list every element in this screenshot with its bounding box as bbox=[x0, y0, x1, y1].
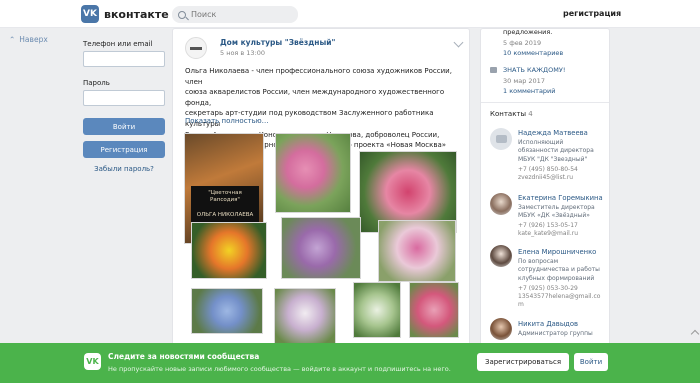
contact-role: По вопросам сотрудничества и работы клуб… bbox=[518, 258, 608, 283]
login-button[interactable]: Войти bbox=[83, 118, 165, 135]
contact-role-line: Исполняющий bbox=[518, 139, 564, 146]
contact-name[interactable]: Екатерина Горемыкина bbox=[518, 194, 603, 202]
phone-email-input[interactable] bbox=[83, 51, 165, 67]
divider bbox=[481, 102, 609, 103]
banner-register-button[interactable]: Зарегистрироваться bbox=[477, 353, 569, 371]
contacts-header[interactable]: Контакты 4 bbox=[490, 110, 533, 118]
post-text-line: союза акварелистов России, член междунар… bbox=[185, 88, 445, 107]
chevron-down-icon[interactable] bbox=[453, 37, 464, 48]
post-photo-lily[interactable] bbox=[274, 288, 336, 344]
search-input[interactable] bbox=[191, 10, 291, 19]
camera-icon[interactable] bbox=[490, 128, 512, 150]
contacts-count: 4 bbox=[528, 110, 533, 118]
contact-details: +7 (926) 153-05-17 kate_kate9@mail.ru bbox=[518, 222, 609, 238]
post-photo-pink-lilies[interactable] bbox=[409, 282, 459, 338]
show-more-link[interactable]: Показать полностью… bbox=[185, 117, 269, 125]
contact-role-line: По вопросам bbox=[518, 258, 559, 265]
post-author[interactable]: Дом культуры "Звёздный" bbox=[220, 38, 335, 47]
contact-email: zvezdnii45@list.ru bbox=[518, 174, 574, 181]
book-title-line: Рапсодия" bbox=[210, 197, 240, 203]
contact-role-line: сотрудничества и работы bbox=[518, 266, 600, 274]
contact-role-line: клубных формирований bbox=[518, 274, 595, 282]
forgot-password-link[interactable]: Забыли пароль? bbox=[83, 165, 165, 173]
post-photo-white-flowers[interactable] bbox=[353, 282, 401, 338]
register-link[interactable]: регистрация bbox=[563, 9, 621, 18]
post-photo-pink-bouquet[interactable] bbox=[378, 220, 456, 282]
book-author: ОЛЬГА НИКОЛАЕВА bbox=[196, 212, 254, 218]
post-date[interactable]: 5 ноя в 13:00 bbox=[220, 49, 265, 57]
contact-role-line: МБУК «ДК «Звёздный» bbox=[518, 212, 590, 220]
contact-role: Администратор группы bbox=[518, 330, 608, 338]
scroll-top-link[interactable]: ⌃ Наверх bbox=[9, 35, 48, 44]
topic1-date: 5 фев 2019 bbox=[503, 39, 542, 47]
contact-details: +7 (925) 053-30-29 13543577helena@gmail.… bbox=[518, 285, 609, 309]
top-header: VK вконтакте регистрация bbox=[0, 0, 700, 28]
banner-login-button[interactable]: Войти bbox=[574, 353, 608, 371]
password-label: Пароль bbox=[83, 79, 110, 87]
scrollbar-up-arrow[interactable] bbox=[690, 329, 700, 339]
avatar[interactable] bbox=[490, 245, 512, 267]
contact-details: +7 (495) 850-80-54 zvezdnii45@list.ru bbox=[518, 166, 609, 182]
right-sidebar: предложения. 5 фев 2019 10 комментариев … bbox=[480, 28, 610, 346]
topic1-comments[interactable]: 10 комментариев bbox=[503, 49, 563, 57]
login-form: Телефон или email Пароль Войти Регистрац… bbox=[83, 40, 165, 173]
topic2-comments[interactable]: 1 комментарий bbox=[503, 87, 556, 95]
topic1-tail[interactable]: предложения. bbox=[503, 29, 552, 36]
contact-email: 13543577helena@gmail.co bbox=[518, 293, 601, 300]
avatar[interactable] bbox=[490, 318, 512, 340]
chevron-up-icon: ⌃ bbox=[9, 35, 16, 44]
contact-role-line: Заместитель директора bbox=[518, 204, 595, 211]
community-avatar[interactable] bbox=[185, 37, 207, 59]
vk-logo-icon: VK bbox=[84, 353, 101, 370]
contact-role-line: МБУК "ДК "Звездный" bbox=[518, 155, 588, 163]
page: VK вконтакте регистрация ⌃ Наверх Телефо… bbox=[0, 0, 700, 383]
wall-post: Дом культуры "Звёздный" 5 ноя в 13:00 Ол… bbox=[172, 28, 470, 346]
banner-subtitle: Не пропускайте новые записи любимого соо… bbox=[108, 365, 451, 373]
register-button[interactable]: Регистрация bbox=[83, 141, 165, 158]
contact-name[interactable]: Никита Давыдов bbox=[518, 320, 578, 328]
post-photo-peony[interactable] bbox=[281, 217, 361, 279]
post-photo-orchid[interactable] bbox=[275, 133, 351, 213]
password-input[interactable] bbox=[83, 90, 165, 106]
contact-name[interactable]: Елена Мирошниченко bbox=[518, 248, 596, 256]
contact-role: Исполняющий обязанности директора МБУК "… bbox=[518, 139, 608, 164]
vk-logo[interactable]: VK вконтакте bbox=[81, 5, 169, 23]
banner-title: Следите за новостями сообщества bbox=[108, 352, 260, 361]
contact-phone: +7 (925) 053-30-29 bbox=[518, 285, 578, 292]
post-text-line: Ольга Николаева - член профессионального… bbox=[185, 67, 452, 86]
book-title-line: "Цветочная bbox=[208, 190, 242, 196]
logo-text: вконтакте bbox=[104, 7, 169, 21]
back-label: Наверх bbox=[19, 35, 48, 44]
topic2-date: 30 мар 2017 bbox=[503, 77, 545, 85]
contact-role: Заместитель директора МБУК «ДК «Звёздный… bbox=[518, 204, 608, 221]
phone-label: Телефон или email bbox=[83, 40, 153, 48]
contact-phone: +7 (495) 850-80-54 bbox=[518, 166, 578, 173]
subscribe-banner: VK Следите за новостями сообщества Не пр… bbox=[0, 343, 700, 383]
vk-logo-icon: VK bbox=[81, 5, 99, 23]
contact-email: m bbox=[518, 301, 524, 308]
contact-name[interactable]: Надежда Матвеева bbox=[518, 129, 588, 137]
post-photo-blue-flowers[interactable] bbox=[191, 288, 263, 334]
search-box[interactable] bbox=[172, 6, 298, 23]
post-photo-yellow-flowers[interactable] bbox=[191, 222, 267, 279]
discussion-icon bbox=[490, 67, 497, 73]
avatar[interactable] bbox=[490, 193, 512, 215]
contact-role-line: Администратор группы bbox=[518, 330, 593, 337]
search-icon bbox=[178, 10, 186, 19]
contact-role-line: обязанности директора bbox=[518, 147, 594, 155]
contacts-label: Контакты bbox=[490, 110, 527, 118]
contact-phone: +7 (926) 153-05-17 bbox=[518, 222, 578, 229]
topic2-title[interactable]: ЗНАТЬ КАЖДОМУ! bbox=[503, 66, 565, 74]
contact-email: kate_kate9@mail.ru bbox=[518, 230, 579, 237]
